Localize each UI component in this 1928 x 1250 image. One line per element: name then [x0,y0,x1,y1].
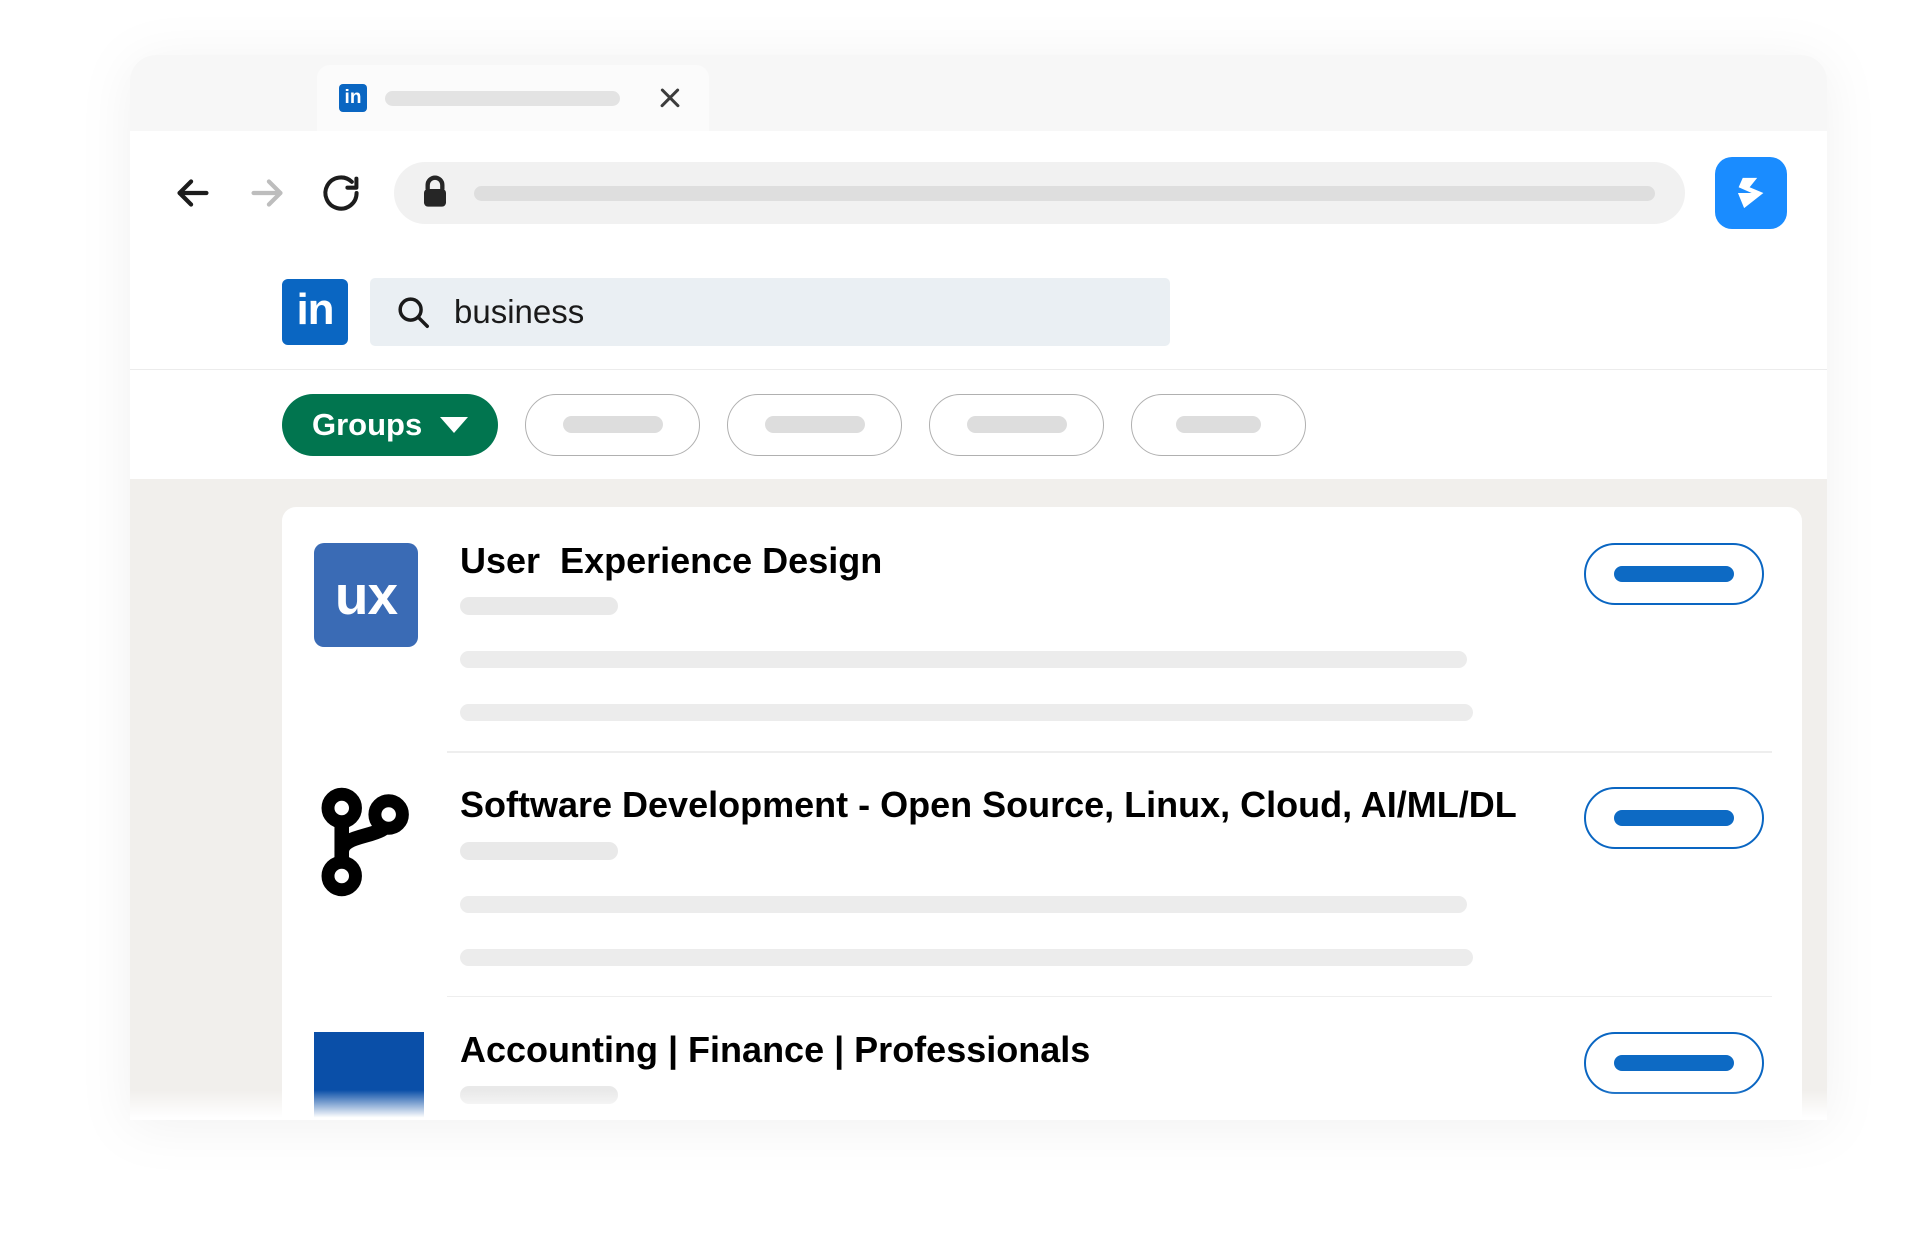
result-body: User Experience Design [448,537,1560,722]
back-arrow-icon[interactable] [156,156,230,230]
extension-glyph-icon [1737,177,1764,209]
join-group-button[interactable] [1584,543,1764,605]
result-description-line [460,895,1467,913]
result-row[interactable]: Accounting | Finance | Professionals [282,995,1802,1120]
result-subtitle [460,1085,618,1104]
join-group-button-label [1614,1054,1734,1071]
linkedin-favicon-icon [339,84,367,112]
search-icon [398,297,429,328]
result-description-line [460,704,1473,722]
linkedin-header [130,255,1827,369]
lock-icon [424,175,446,207]
result-title[interactable]: Software Development - Open Source, Linu… [460,784,1560,825]
filter-pill-placeholder[interactable] [525,393,701,456]
url-text [474,185,1655,201]
filter-pill-placeholder-label [966,416,1067,433]
result-subtitle [460,841,618,860]
filter-pill-placeholder-label [562,416,663,433]
browser-toolbar [130,131,1827,255]
result-action [1560,537,1764,605]
result-logo [314,1026,448,1120]
result-title[interactable]: User Experience Design [460,540,1560,581]
filter-pill-row: Groups [130,369,1827,479]
search-input[interactable] [454,293,1094,331]
result-description-line [460,948,1473,966]
result-body: Accounting | Finance | Professionals [448,1026,1560,1120]
filter-pill-placeholder-label [1176,416,1262,433]
close-icon[interactable] [653,81,687,115]
forward-arrow-icon [230,156,304,230]
browser-tab[interactable] [317,65,709,131]
address-bar[interactable] [394,162,1685,224]
join-group-button[interactable] [1584,1031,1764,1094]
extension-icon[interactable] [1715,157,1787,229]
page-viewport: Groups ux Use [130,255,1827,1120]
git-branch-icon [321,788,409,897]
filter-pill-placeholder[interactable] [1131,393,1307,456]
browser-window: Groups ux Use [130,55,1827,1120]
join-group-button[interactable] [1584,787,1764,850]
filter-pill-groups-label: Groups [312,407,423,442]
ux-logo-icon: ux [314,543,418,647]
result-title[interactable]: Accounting | Finance | Professionals [460,1029,1560,1070]
join-group-button-label [1614,810,1734,827]
search-results-card: ux User Experience Design Software Devel… [282,507,1802,1120]
search-bar[interactable] [370,278,1170,346]
join-group-button-label [1614,566,1734,582]
result-description-line [460,651,1467,669]
chevron-down-icon [440,416,469,433]
filter-pill-placeholder[interactable] [727,393,903,456]
result-body: Software Development - Open Source, Linu… [448,781,1560,966]
result-logo [314,781,448,897]
filter-pill-groups[interactable]: Groups [282,393,499,456]
result-row[interactable]: ux User Experience Design [282,507,1802,751]
result-logo: ux [314,537,448,647]
result-action [1560,1026,1764,1094]
linkedin-logo-icon[interactable] [282,279,348,345]
tab-title [385,90,620,106]
result-row[interactable]: Software Development - Open Source, Linu… [282,751,1802,995]
tab-strip [130,55,1827,131]
filter-pill-placeholder[interactable] [929,393,1105,456]
reload-icon[interactable] [304,156,378,230]
filter-pill-placeholder-label [764,416,865,433]
group-logo-icon [314,1031,424,1120]
result-action [1560,781,1764,850]
result-subtitle [460,597,618,616]
